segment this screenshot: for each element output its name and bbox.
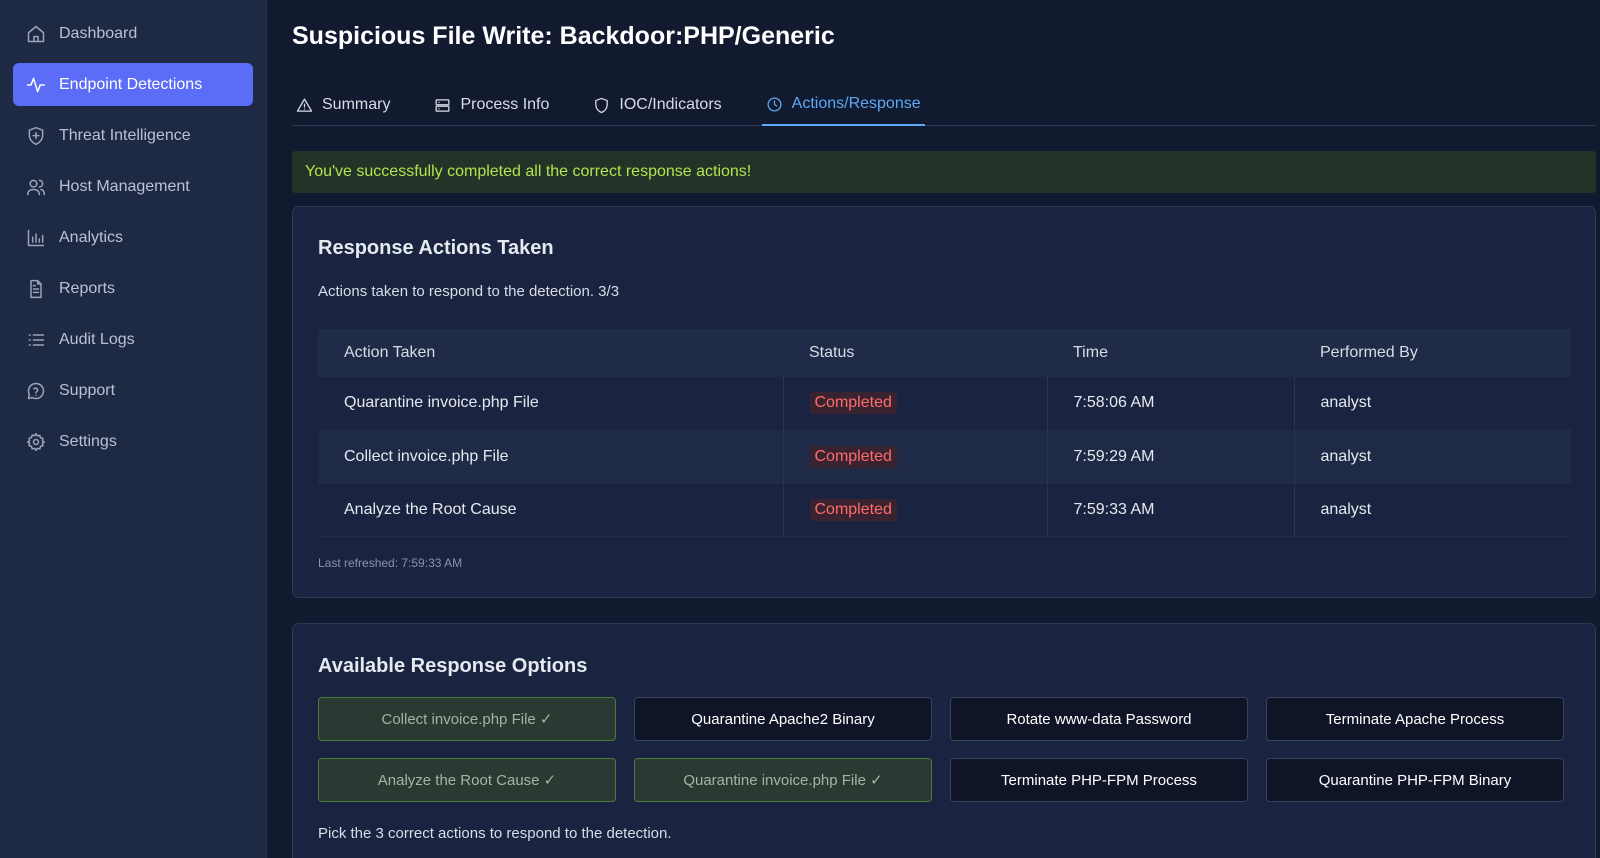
status-badge: Completed — [809, 445, 897, 468]
sidebar-item-audit-logs[interactable]: Audit Logs — [13, 318, 253, 361]
option-quarantine-apache2-binary-button[interactable]: Quarantine Apache2 Binary — [634, 697, 932, 741]
sidebar-item-label: Settings — [59, 432, 117, 450]
tab-ioc-indicators[interactable]: IOC/Indicators — [589, 84, 725, 126]
cell-performed-by: analyst — [1294, 377, 1571, 431]
shield-icon — [593, 97, 610, 114]
column-header-action: Action Taken — [318, 329, 783, 377]
tab-bar: Summary Process Info IOC/Indicators Acti… — [292, 84, 1596, 126]
tab-label: IOC/Indicators — [619, 96, 722, 113]
page-title: Suspicious File Write: Backdoor:PHP/Gene… — [292, 22, 835, 50]
sidebar-item-dashboard[interactable]: Dashboard — [13, 12, 253, 55]
cell-performed-by: analyst — [1294, 430, 1571, 484]
clock-icon — [766, 96, 783, 113]
response-options-grid: Collect invoice.php File ✓ Quarantine Ap… — [318, 697, 1571, 802]
cell-action: Analyze the Root Cause — [318, 483, 784, 537]
sidebar-item-label: Reports — [59, 279, 116, 297]
sidebar-item-label: Threat Intelligence — [59, 126, 191, 144]
option-quarantine-invoice-php-button[interactable]: Quarantine invoice.php File ✓ — [634, 758, 932, 802]
tab-process-info[interactable]: Process Info — [430, 84, 553, 126]
option-collect-invoice-php-button[interactable]: Collect invoice.php File ✓ — [318, 697, 616, 741]
cell-performed-by: analyst — [1294, 483, 1571, 537]
option-quarantine-php-fpm-binary-button[interactable]: Quarantine PHP-FPM Binary — [1266, 758, 1564, 802]
sidebar-item-threat-intelligence[interactable]: Threat Intelligence — [13, 114, 253, 157]
table-row: Analyze the Root Cause Completed 7:59:33… — [318, 483, 1571, 537]
option-analyze-root-cause-button[interactable]: Analyze the Root Cause ✓ — [318, 758, 616, 802]
cell-time: 7:59:29 AM — [1047, 430, 1295, 484]
options-hint: Pick the 3 correct actions to respond to… — [318, 825, 672, 842]
option-terminate-php-fpm-process-button[interactable]: Terminate PHP-FPM Process — [950, 758, 1248, 802]
sidebar-item-label: Host Management — [59, 177, 190, 195]
card-description: Actions taken to respond to the detectio… — [318, 283, 620, 300]
cell-action: Quarantine invoice.php File — [318, 377, 784, 431]
status-badge: Completed — [809, 498, 897, 521]
sidebar-item-host-management[interactable]: Host Management — [13, 165, 253, 208]
available-response-options-card: Available Response Options Collect invoi… — [292, 623, 1596, 858]
sidebar-item-label: Endpoint Detections — [59, 75, 203, 93]
home-icon — [25, 23, 47, 45]
card-title: Available Response Options — [318, 655, 588, 677]
table-row: Collect invoice.php File Completed 7:59:… — [318, 430, 1571, 484]
last-refreshed-text: Last refreshed: 7:59:33 AM — [318, 556, 463, 570]
option-rotate-www-data-password-button[interactable]: Rotate www-data Password — [950, 697, 1248, 741]
sidebar-item-label: Support — [59, 381, 116, 399]
sidebar-item-label: Dashboard — [59, 24, 138, 42]
users-icon — [25, 176, 47, 198]
tab-label: Process Info — [460, 96, 550, 113]
sidebar-item-reports[interactable]: Reports — [13, 267, 253, 310]
server-icon — [434, 97, 451, 114]
success-banner: You've successfully completed all the co… — [292, 151, 1596, 193]
column-header-status: Status — [783, 329, 1047, 377]
sidebar-item-support[interactable]: Support — [13, 369, 253, 412]
cell-status: Completed — [783, 483, 1048, 537]
card-title: Response Actions Taken — [318, 237, 554, 259]
list-icon — [25, 329, 47, 351]
file-text-icon — [25, 278, 47, 300]
shield-plus-icon — [25, 125, 47, 147]
cell-action: Collect invoice.php File — [318, 430, 784, 484]
cell-status: Completed — [783, 377, 1048, 431]
cell-time: 7:59:33 AM — [1047, 483, 1295, 537]
sidebar-item-settings[interactable]: Settings — [13, 420, 253, 463]
tab-label: Summary — [322, 96, 391, 113]
cell-status: Completed — [783, 430, 1048, 484]
sidebar: Dashboard Endpoint Detections Threat Int… — [0, 0, 267, 858]
table-row: Quarantine invoice.php File Completed 7:… — [318, 377, 1571, 431]
main-content: Suspicious File Write: Backdoor:PHP/Gene… — [292, 0, 1596, 858]
option-terminate-apache-process-button[interactable]: Terminate Apache Process — [1266, 697, 1564, 741]
tab-actions-response[interactable]: Actions/Response — [761, 84, 925, 126]
status-badge: Completed — [809, 392, 897, 415]
help-chat-icon — [25, 380, 47, 402]
alert-triangle-icon — [296, 97, 313, 114]
sidebar-item-label: Analytics — [59, 228, 124, 246]
tab-summary[interactable]: Summary — [292, 84, 394, 126]
tab-label: Actions/Response — [791, 95, 921, 112]
column-header-performed-by: Performed By — [1294, 329, 1571, 377]
gear-icon — [25, 431, 47, 453]
sidebar-item-endpoint-detections[interactable]: Endpoint Detections — [13, 63, 253, 106]
response-actions-taken-card: Response Actions Taken Actions taken to … — [292, 206, 1596, 598]
actions-table: Action Taken Status Time Performed By Qu… — [318, 329, 1571, 537]
bar-chart-icon — [25, 227, 47, 249]
cell-time: 7:58:06 AM — [1047, 377, 1295, 431]
activity-icon — [25, 74, 47, 96]
sidebar-item-label: Audit Logs — [59, 330, 135, 348]
column-header-time: Time — [1047, 329, 1294, 377]
sidebar-item-analytics[interactable]: Analytics — [13, 216, 253, 259]
table-header-row: Action Taken Status Time Performed By — [318, 329, 1571, 377]
